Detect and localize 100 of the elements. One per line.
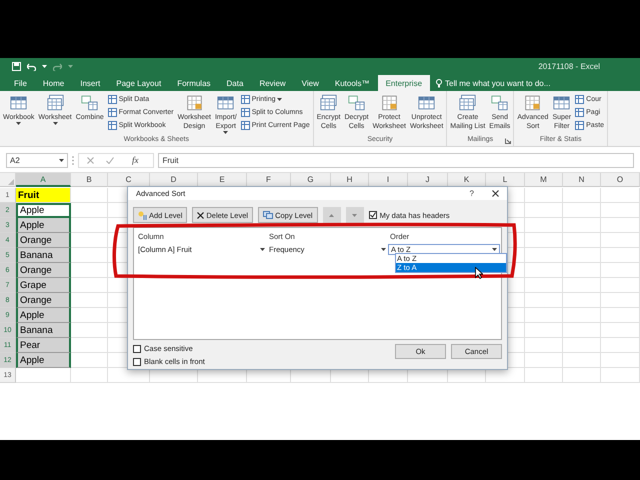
column-header[interactable]: L	[486, 173, 525, 187]
table-cell	[525, 233, 563, 248]
spreadsheet-icon	[186, 94, 203, 111]
spreadsheet-icon	[320, 94, 338, 111]
move-down-button[interactable]	[346, 207, 364, 223]
table-cell	[525, 248, 563, 263]
sheet-icon	[575, 121, 584, 130]
copy-icon	[263, 211, 274, 219]
table-cell: Apple	[16, 203, 71, 218]
table-cell	[601, 188, 640, 203]
table-cell	[601, 353, 640, 368]
table-cell	[525, 338, 563, 353]
formula-field[interactable]: Fruit	[158, 152, 634, 168]
column-header[interactable]: C	[108, 173, 150, 187]
table-cell	[601, 368, 640, 383]
name-box[interactable]: A2	[6, 152, 68, 168]
tell-me-field[interactable]: Tell me what you want to do...	[445, 79, 558, 88]
column-header[interactable]: A	[16, 173, 71, 187]
table-cell: Fruit	[16, 188, 71, 203]
table-cell: Apple	[16, 353, 71, 368]
spreadsheet-icon	[10, 94, 28, 111]
spreadsheet-icon	[348, 94, 366, 111]
sheet-icon	[575, 108, 584, 117]
spreadsheet-icon	[418, 94, 436, 111]
table-cell	[601, 323, 640, 338]
column-header[interactable]: O	[601, 173, 640, 187]
ribbon-tab[interactable]: Data	[218, 75, 252, 91]
table-cell	[601, 248, 640, 263]
lightbulb-icon	[436, 79, 442, 88]
table-cell	[563, 278, 601, 293]
spreadsheet-icon	[46, 94, 64, 111]
sheet-icon	[108, 108, 117, 117]
move-up-button[interactable]	[322, 207, 341, 223]
table-cell	[563, 233, 601, 248]
sheet-icon	[240, 95, 250, 104]
table-cell	[563, 368, 601, 383]
table-cell: Banana	[16, 248, 71, 263]
table-cell	[563, 218, 601, 233]
insert-function-button[interactable]: fx	[132, 155, 138, 165]
column-header[interactable]: M	[525, 173, 563, 187]
dialog-launcher-icon[interactable]	[505, 138, 512, 144]
ribbon-tab[interactable]: View	[294, 75, 327, 91]
help-button[interactable]: ?	[470, 189, 474, 198]
table-cell: Grape	[16, 278, 71, 293]
column-header[interactable]: I	[369, 173, 408, 187]
table-cell	[601, 233, 640, 248]
table-cell: Orange	[16, 233, 71, 248]
ribbon-tab[interactable]: Page Layout	[108, 75, 170, 91]
ribbon-tab[interactable]: File	[6, 75, 35, 91]
save-icon[interactable]	[12, 62, 21, 71]
ribbon-tab[interactable]: Home	[34, 75, 72, 91]
sheet-icon	[240, 108, 250, 117]
table-cell	[601, 308, 640, 323]
close-icon[interactable]	[492, 190, 499, 197]
ribbon-tab[interactable]: Kutools™	[326, 75, 378, 91]
table-cell	[525, 353, 563, 368]
down-arrow-icon	[352, 214, 358, 216]
ribbon-tab[interactable]: Review	[251, 75, 294, 91]
table-cell	[563, 308, 601, 323]
table-cell: Apple	[16, 308, 71, 323]
undo-icon[interactable]	[27, 62, 36, 70]
spreadsheet-icon	[217, 94, 234, 111]
column-header[interactable]: K	[448, 173, 486, 187]
sheet-icon	[575, 95, 584, 104]
checkbox[interactable]	[368, 211, 377, 219]
table-cell	[563, 248, 601, 263]
column-header[interactable]: G	[291, 173, 331, 187]
table-cell	[601, 278, 640, 293]
caret-icon	[492, 248, 497, 251]
table-cell	[563, 323, 601, 338]
spreadsheet-icon	[491, 94, 508, 111]
table-cell	[563, 263, 601, 278]
column-header[interactable]: F	[247, 173, 291, 187]
column-header[interactable]: J	[408, 173, 448, 187]
sheet-icon	[240, 121, 250, 130]
table-cell	[525, 368, 563, 383]
ribbon-tab[interactable]: Formulas	[169, 75, 219, 91]
table-cell: Apple	[16, 218, 71, 233]
table-cell	[525, 293, 563, 308]
spreadsheet-icon	[459, 94, 476, 111]
column-header[interactable]: H	[331, 173, 369, 187]
table-cell	[601, 263, 640, 278]
table-cell: Banana	[16, 323, 71, 338]
column-header[interactable]: N	[563, 173, 601, 187]
table-cell	[525, 263, 563, 278]
ribbon-tab[interactable]: Insert	[72, 75, 108, 91]
table-cell	[71, 368, 108, 383]
table-cell	[563, 293, 601, 308]
spreadsheet-icon	[81, 94, 98, 111]
window-title: 20171108 - Excel	[538, 62, 600, 71]
table-cell	[601, 338, 640, 353]
column-header[interactable]: D	[150, 173, 198, 187]
column-header[interactable]: E	[198, 173, 247, 187]
checkbox[interactable]	[133, 344, 141, 352]
caret-icon	[42, 65, 47, 68]
checkbox[interactable]	[133, 358, 141, 366]
caret-icon	[381, 248, 386, 251]
column-header[interactable]: B	[71, 173, 108, 187]
x-icon	[197, 212, 204, 218]
ribbon-tab[interactable]: Enterprise	[378, 75, 430, 91]
